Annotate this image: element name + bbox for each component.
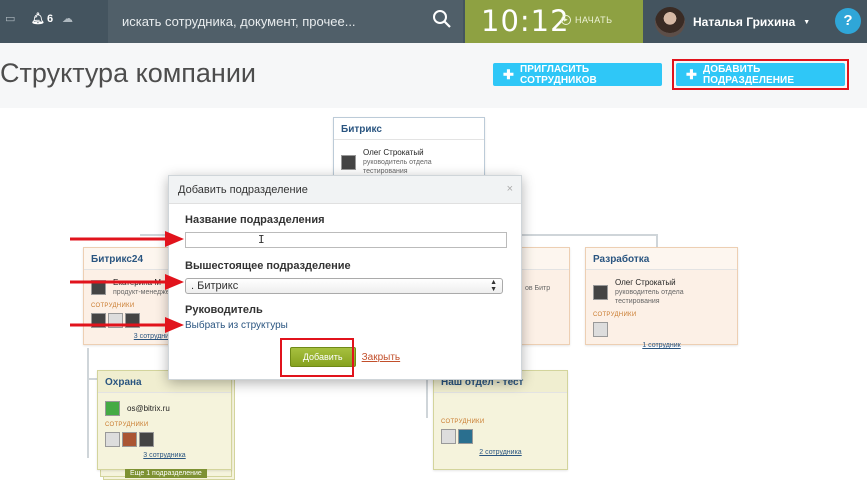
annotation-arrow-icon	[70, 317, 184, 333]
search-icon[interactable]	[432, 9, 452, 29]
bell-icon[interactable]: 🔔︎ 6	[31, 12, 53, 25]
dialog-title: Добавить подразделение	[178, 184, 308, 196]
head-name: os@bitrix.ru	[127, 403, 170, 413]
department-name-input[interactable]: I	[185, 232, 507, 248]
avatar[interactable]	[441, 429, 456, 444]
employees-label: СОТРУДНИКИ	[593, 312, 637, 318]
employees-link[interactable]: 1 сотрудник	[586, 339, 737, 349]
highlight-add-department	[672, 59, 849, 90]
close-icon[interactable]: ×	[507, 183, 513, 195]
employees-link[interactable]: 2 сотрудника	[434, 446, 567, 456]
department-card-razrabotka[interactable]: Разработка Олег Строкатый руководитель о…	[585, 247, 738, 349]
top-bar: ▭ 🔔︎6 ☁︎ 10:12 ▶ НАЧАТЬ Наталья Грихина ▼…	[0, 0, 867, 43]
close-link[interactable]: Закрыть	[362, 352, 401, 363]
select-arrows-icon: ▲ ▼	[490, 279, 497, 293]
invite-label: ПРИГЛАСИТЬ СОТРУДНИКОВ	[520, 63, 597, 86]
employees-link[interactable]: 3 сотрудника	[98, 449, 231, 459]
avatar	[593, 284, 608, 300]
play-icon: ▶	[561, 15, 571, 25]
dialog-header[interactable]: Добавить подразделение ×	[169, 176, 521, 204]
employees-label: СОТРУДНИКИ	[105, 422, 149, 428]
avatar	[105, 401, 120, 416]
department-card-nash-otdel[interactable]: Наш отдел - тест СОТРУДНИКИ 2 сотрудника	[433, 370, 568, 470]
workday-clock[interactable]: 10:12 ▶ НАЧАТЬ	[465, 0, 643, 43]
connector-line	[87, 348, 89, 458]
avatar[interactable]	[593, 322, 608, 337]
name-label: Название подразделения	[185, 214, 325, 226]
avatar	[341, 154, 356, 170]
department-card-root[interactable]: Битрикс Олег Строкатый руководитель отде…	[333, 117, 485, 179]
card-title: Битрикс	[334, 118, 484, 140]
highlight-add-button	[280, 338, 354, 377]
avatar[interactable]	[458, 429, 473, 444]
search-bar[interactable]	[108, 0, 463, 43]
department-card-ohrana[interactable]: Охрана os@bitrix.ru СОТРУДНИКИ 3 сотрудн…	[97, 370, 232, 470]
connector-line	[656, 234, 658, 248]
invite-employees-button[interactable]: ✚ ПРИГЛАСИТЬ СОТРУДНИКОВ	[493, 63, 662, 86]
search-input[interactable]	[122, 12, 422, 30]
cloud-icon[interactable]: ☁︎	[62, 12, 73, 25]
help-icon[interactable]: ?	[835, 8, 861, 34]
avatar[interactable]	[122, 432, 137, 447]
page-title: Структура компании	[0, 58, 256, 88]
head-label: Руководитель	[185, 304, 263, 316]
more-subdepartments-badge[interactable]: Еще 1 подразделение	[125, 469, 207, 478]
avatar[interactable]	[105, 432, 120, 447]
parent-department-select[interactable]: . Битрикс ▲ ▼	[185, 278, 503, 294]
plus-icon: ✚	[503, 66, 514, 82]
annotation-arrow-icon	[70, 274, 184, 290]
start-label: НАЧАТЬ	[575, 15, 613, 25]
chat-icon[interactable]: ▭	[5, 12, 15, 25]
notifications-count: 6	[46, 13, 54, 25]
employees-label: СОТРУДНИКИ	[441, 419, 485, 425]
user-menu[interactable]: Наталья Грихина ▼	[655, 7, 810, 37]
annotation-arrow-icon	[70, 231, 184, 247]
user-name: Наталья Грихина	[693, 15, 796, 29]
avatar[interactable]	[139, 432, 154, 447]
parent-value: . Битрикс	[191, 280, 239, 292]
head-name: Олег Строкатый	[363, 148, 424, 157]
head-name: Олег Строкатый	[615, 278, 676, 287]
chevron-down-icon: ▼	[803, 18, 811, 26]
text-cursor-icon: I	[258, 233, 265, 246]
head-position: руководитель отдела тестирования	[363, 159, 432, 175]
choose-from-structure-link[interactable]: Выбрать из структуры	[185, 320, 505, 331]
parent-label: Вышестоящее подразделение	[185, 260, 351, 272]
avatar	[655, 7, 685, 37]
head-position: руководитель отдела тестирования	[615, 289, 684, 305]
start-workday-button[interactable]: ▶ НАЧАТЬ	[561, 15, 613, 25]
clock-time: 10:12	[481, 4, 570, 38]
card-title: Разработка	[586, 248, 737, 270]
